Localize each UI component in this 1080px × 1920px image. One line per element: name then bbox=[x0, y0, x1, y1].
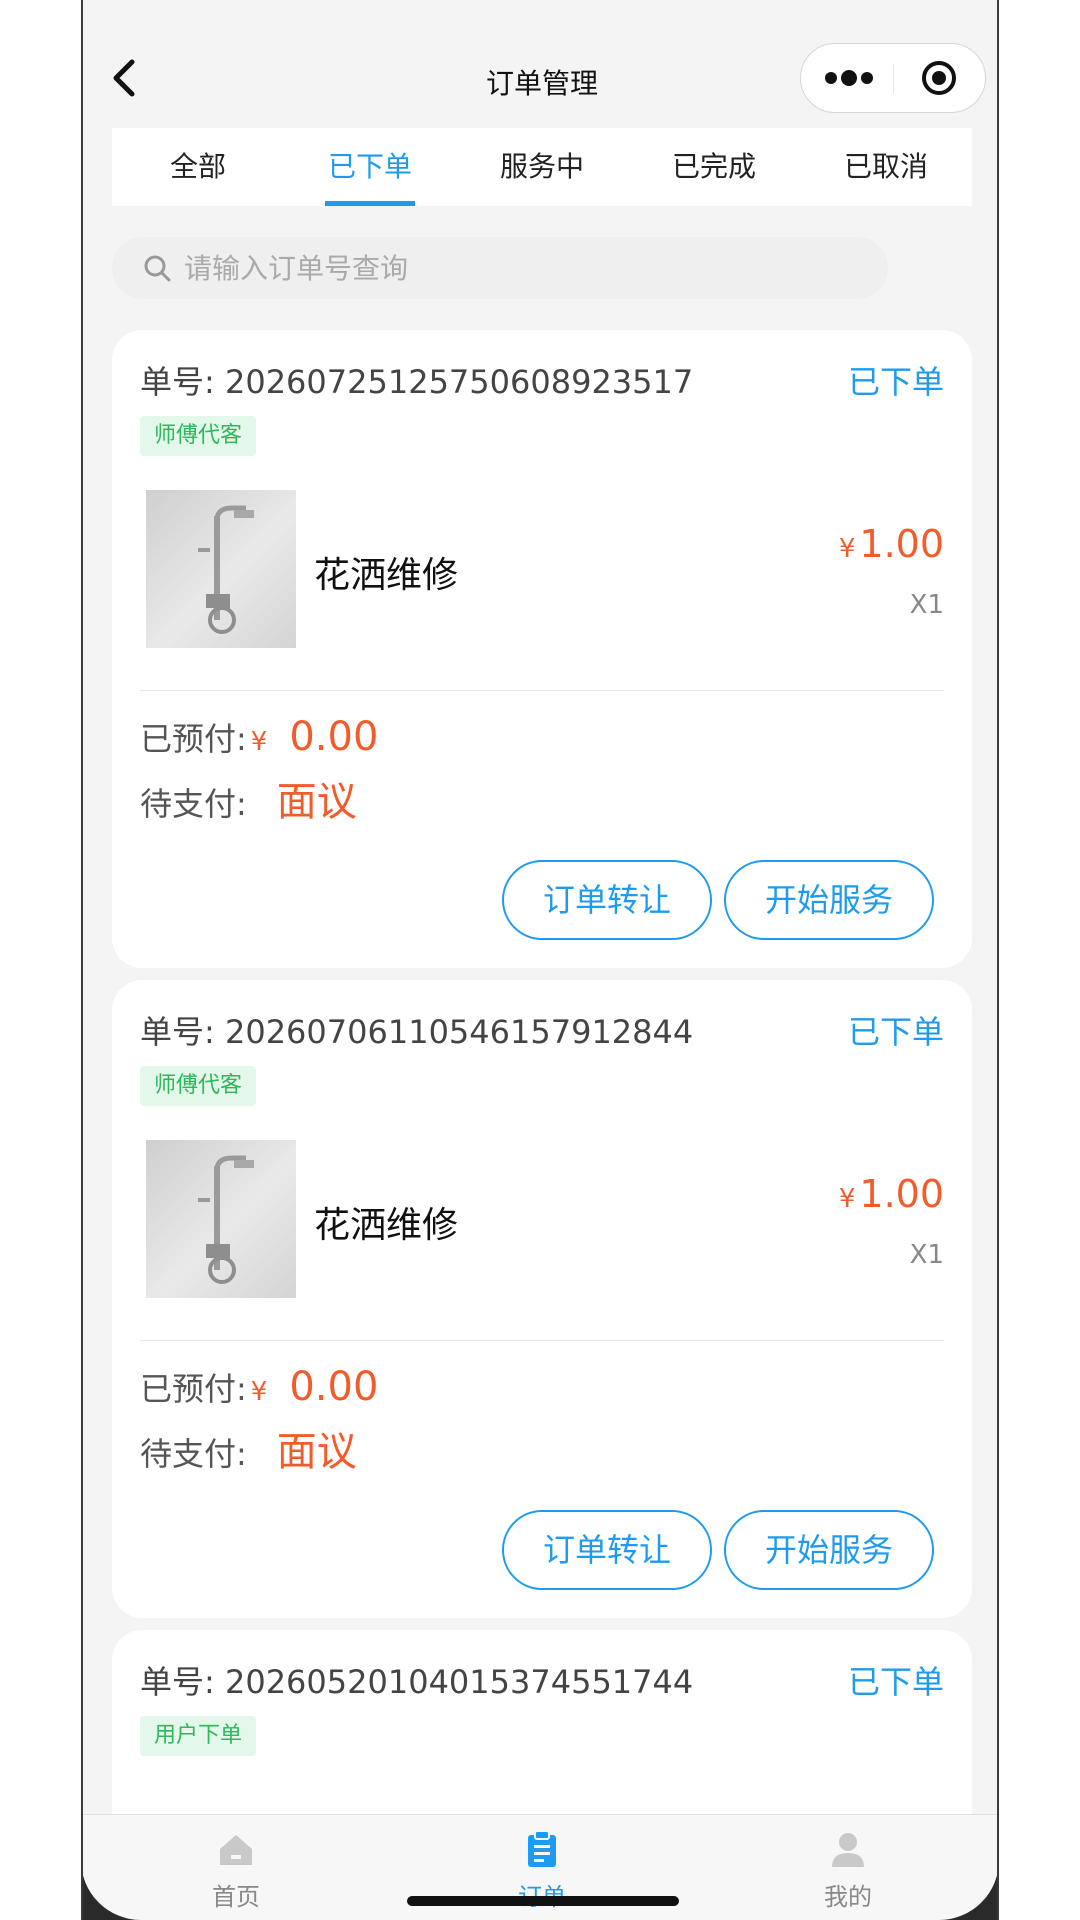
pending-row: 待支付: 面议 bbox=[140, 769, 944, 829]
prepaid-currency: ¥ bbox=[250, 1377, 268, 1407]
price-currency: ¥ bbox=[838, 1184, 856, 1214]
product-thumbnail bbox=[146, 490, 296, 648]
prepaid-amount: 0.00 bbox=[289, 1364, 379, 1410]
pending-value: 面议 bbox=[276, 1429, 357, 1475]
tab-in-service[interactable]: 服务中 bbox=[456, 128, 628, 206]
product-row[interactable]: 花洒维修 ¥1.00 X1 bbox=[140, 490, 944, 660]
search-bar bbox=[112, 237, 888, 299]
more-button[interactable] bbox=[819, 58, 899, 98]
search-icon bbox=[144, 255, 171, 282]
phone-screen: 订单管理 全部 已下单 服务中 已完成 已取消 请输入订单号查询 单号: 202… bbox=[81, 0, 999, 1920]
product-price: ¥1.00 bbox=[839, 522, 944, 566]
tab-ordered[interactable]: 已下单 bbox=[284, 128, 456, 206]
prepaid-currency: ¥ bbox=[250, 727, 268, 757]
product-name: 花洒维修 bbox=[314, 555, 459, 596]
tabbar-label: 首页 bbox=[212, 1883, 260, 1911]
order-number-value: 20260725125750608923517 bbox=[224, 363, 694, 401]
transfer-order-button[interactable]: 订单转让 bbox=[502, 860, 712, 940]
divider bbox=[140, 1340, 944, 1341]
order-source-tag: 用户下单 bbox=[140, 1716, 257, 1756]
close-mini-program-button[interactable] bbox=[919, 58, 967, 98]
mini-program-capsule bbox=[800, 43, 986, 113]
tabbar-label: 我的 bbox=[824, 1883, 872, 1911]
order-status: 已下单 bbox=[847, 1013, 944, 1051]
order-card: 单号: 20260725125750608923517 已下单 师傅代客 花洒维 bbox=[112, 330, 972, 968]
order-status-tabs: 全部 已下单 服务中 已完成 已取消 bbox=[112, 128, 972, 206]
order-number-label: 单号: bbox=[140, 1013, 215, 1051]
order-card: 单号: 20260706110546157912844 已下单 师傅代客 花洒维 bbox=[112, 980, 972, 1618]
product-row[interactable]: 花洒维修 ¥1.00 X1 bbox=[140, 1140, 944, 1310]
more-dots-icon bbox=[825, 70, 873, 86]
shower-image-icon bbox=[198, 1155, 254, 1284]
navigation-bar: 订单管理 bbox=[83, 0, 997, 128]
order-number: 单号: 20260520104015374551744 bbox=[140, 1656, 944, 1708]
product-quantity: X1 bbox=[909, 590, 944, 620]
order-clipboard-icon bbox=[528, 1830, 556, 1867]
tab-all[interactable]: 全部 bbox=[112, 128, 284, 206]
home-icon bbox=[220, 1835, 252, 1865]
pending-value: 面议 bbox=[276, 779, 357, 825]
prepaid-label: 已预付: bbox=[140, 1370, 247, 1408]
order-number-label: 单号: bbox=[140, 1663, 215, 1701]
search-input[interactable] bbox=[184, 237, 864, 299]
capsule-divider bbox=[893, 64, 894, 94]
home-indicator bbox=[407, 1896, 679, 1906]
start-service-button[interactable]: 开始服务 bbox=[724, 860, 934, 940]
tabbar-item-mine[interactable]: 我的 bbox=[695, 1815, 997, 1920]
target-close-icon bbox=[922, 61, 956, 95]
product-quantity: X1 bbox=[909, 1240, 944, 1270]
order-actions: 订单转让 开始服务 bbox=[502, 1510, 934, 1590]
order-number-value: 20260520104015374551744 bbox=[224, 1663, 694, 1701]
tabbar-item-home[interactable]: 首页 bbox=[83, 1815, 389, 1920]
order-actions: 订单转让 开始服务 bbox=[502, 860, 934, 940]
order-number-value: 20260706110546157912844 bbox=[224, 1013, 694, 1051]
price-value: 1.00 bbox=[859, 522, 944, 566]
product-price: ¥1.00 bbox=[839, 1172, 944, 1216]
product-name: 花洒维修 bbox=[314, 1205, 459, 1246]
prepaid-row: 已预付: ¥0.00 bbox=[140, 709, 944, 769]
tab-cancelled[interactable]: 已取消 bbox=[800, 128, 972, 206]
order-list: 单号: 20260725125750608923517 已下单 师傅代客 花洒维 bbox=[112, 330, 972, 1902]
divider bbox=[140, 690, 944, 691]
start-service-button[interactable]: 开始服务 bbox=[724, 1510, 934, 1590]
tab-completed[interactable]: 已完成 bbox=[628, 128, 800, 206]
transfer-order-button[interactable]: 订单转让 bbox=[502, 1510, 712, 1590]
shower-image-icon bbox=[198, 505, 254, 634]
order-source-tag: 师傅代客 bbox=[140, 1066, 257, 1106]
prepaid-amount: 0.00 bbox=[289, 714, 379, 760]
order-source-tag: 师傅代客 bbox=[140, 416, 257, 456]
pending-label: 待支付: bbox=[140, 1435, 247, 1473]
product-thumbnail bbox=[146, 1140, 296, 1298]
prepaid-label: 已预付: bbox=[140, 720, 247, 758]
price-currency: ¥ bbox=[838, 534, 856, 564]
price-value: 1.00 bbox=[859, 1172, 944, 1216]
user-icon bbox=[832, 1833, 864, 1867]
prepaid-row: 已预付: ¥0.00 bbox=[140, 1359, 944, 1419]
tabbar-label: 订单 bbox=[389, 1877, 695, 1912]
order-number-label: 单号: bbox=[140, 363, 215, 401]
pending-row: 待支付: 面议 bbox=[140, 1419, 944, 1479]
pending-label: 待支付: bbox=[140, 785, 247, 823]
order-number: 单号: 20260706110546157912844 bbox=[140, 1006, 944, 1058]
order-status: 已下单 bbox=[847, 1663, 944, 1701]
order-number: 单号: 20260725125750608923517 bbox=[140, 356, 944, 408]
order-status: 已下单 bbox=[847, 363, 944, 401]
